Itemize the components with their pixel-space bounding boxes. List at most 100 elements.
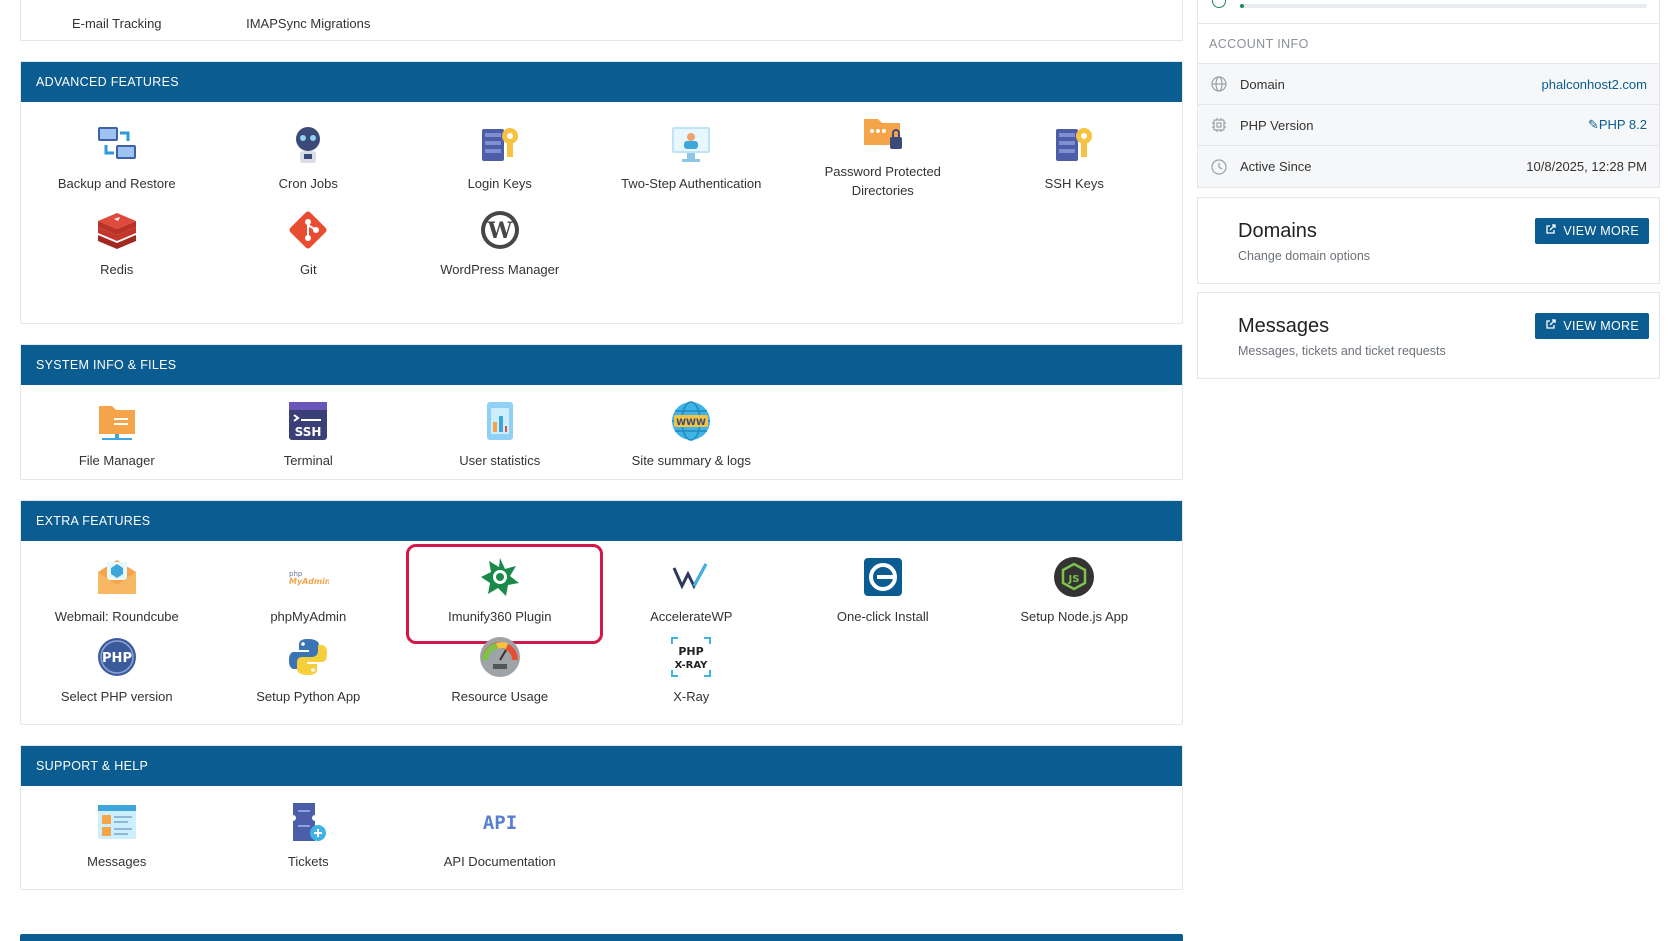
two-step-auth-icon: [669, 122, 713, 166]
php-icon: PHP: [95, 635, 139, 679]
tool-label: AccelerateWP: [650, 609, 733, 624]
phpmyadmin-icon: php MyAdmin: [286, 555, 330, 599]
view-more-button[interactable]: VIEW MORE: [1535, 313, 1649, 339]
roundcube-icon: [95, 555, 139, 599]
panel-title[interactable]: ADVANCED FEATURES: [21, 62, 1182, 102]
account-row-domain: Domain phalconhost2.com: [1198, 64, 1659, 105]
tool-label: Redis: [100, 262, 134, 277]
tool-python-app[interactable]: Setup Python App: [213, 635, 405, 706]
tool-label: Login Keys: [467, 176, 532, 191]
panel-advanced-features: ADVANCED FEATURES Backup and Restore Cro…: [20, 61, 1183, 324]
ssh-keys-icon: [1052, 122, 1096, 166]
svg-text:API: API: [483, 812, 517, 834]
login-keys-icon: [478, 122, 522, 166]
file-manager-icon: [95, 399, 139, 443]
tool-label: Messages: [87, 854, 147, 869]
tool-ssh-keys[interactable]: SSH Keys: [979, 102, 1171, 200]
svg-text:JS: JS: [1068, 574, 1080, 585]
resource-gauge-icon: [478, 635, 522, 679]
tool-api-documentation[interactable]: API API Documentation: [404, 786, 596, 871]
tool-redis[interactable]: Redis: [21, 200, 213, 279]
cron-robot-icon: [286, 122, 330, 166]
view-more-button[interactable]: VIEW MORE: [1535, 218, 1649, 244]
tool-xray[interactable]: PHP X-RAY X-Ray: [596, 635, 788, 706]
panel-support-help: SUPPORT & HELP Messages Tickets API API …: [20, 745, 1183, 890]
tool-label: API Documentation: [443, 854, 556, 869]
card-title: Domains: [1238, 220, 1317, 242]
progress-track: [1240, 4, 1647, 8]
tool-label: Backup and Restore: [57, 176, 176, 191]
tool-backup-restore[interactable]: Backup and Restore: [21, 102, 213, 200]
php-xray-icon: PHP X-RAY: [669, 635, 713, 679]
features-column: E-mail Tracking IMAPSync Migrations ADVA…: [20, 0, 1183, 910]
tool-cron-jobs[interactable]: Cron Jobs: [213, 102, 405, 200]
tool-two-step-auth[interactable]: Two-Step Authentication: [596, 102, 788, 200]
tool-label: Setup Node.js App: [1020, 609, 1129, 624]
card-subtitle: Change domain options: [1238, 249, 1371, 263]
tool-label: Setup Python App: [256, 689, 361, 704]
usage-progress: [1198, 0, 1659, 24]
account-row-php: PHP Version ✎PHP 8.2: [1198, 105, 1659, 146]
tool-label: Select PHP version: [60, 689, 173, 704]
tool-webmail-roundcube[interactable]: Webmail: Roundcube: [21, 541, 213, 635]
api-icon: API: [478, 800, 522, 844]
panel-title[interactable]: EXTRA FEATURES: [21, 501, 1182, 541]
svg-text:SSH: SSH: [295, 425, 322, 439]
svg-text:MyAdmin: MyAdmin: [289, 577, 329, 586]
tool-password-protected-dirs[interactable]: Password Protected Directories: [787, 102, 979, 200]
tool-git[interactable]: Git: [213, 200, 405, 279]
pencil-icon: ✎: [1587, 117, 1599, 132]
php-version-link[interactable]: ✎PHP 8.2: [1588, 117, 1647, 133]
active-since-value: 10/8/2025, 12:28 PM: [1526, 159, 1647, 174]
tool-label: SSH Keys: [1044, 176, 1104, 191]
tool-phpmyadmin[interactable]: php MyAdmin phpMyAdmin: [213, 541, 405, 635]
next-panel-header: [20, 934, 1183, 941]
tool-label: E-mail Tracking: [71, 16, 162, 31]
messages-icon: [95, 800, 139, 844]
tool-wordpress-manager[interactable]: W WordPress Manager: [404, 200, 596, 279]
user-statistics-icon: [478, 399, 522, 443]
tool-site-summary[interactable]: WWW Site summary & logs: [596, 385, 788, 470]
tool-label: One-click Install: [836, 609, 929, 624]
backup-icon: [95, 122, 139, 166]
tool-select-php[interactable]: PHP Select PHP version: [21, 635, 213, 706]
tool-login-keys[interactable]: Login Keys: [404, 102, 596, 200]
tool-label: Password Protected Directories: [824, 164, 941, 198]
tool-imapsync[interactable]: IMAPSync Migrations: [213, 0, 405, 40]
account-sidebar: ACCOUNT INFO Domain phalconhost2.com PHP…: [1197, 0, 1660, 379]
tool-label: Two-Step Authentication: [621, 176, 762, 191]
terminal-ssh-icon: SSH: [286, 399, 330, 443]
tool-one-click-install[interactable]: One-click Install: [787, 541, 979, 635]
tool-label: Terminal: [283, 453, 333, 468]
account-row-active-since: Active Since 10/8/2025, 12:28 PM: [1198, 146, 1659, 187]
tool-messages[interactable]: Messages: [21, 786, 213, 871]
panel-title[interactable]: SUPPORT & HELP: [21, 746, 1182, 786]
tool-imunify360[interactable]: Imunify360 Plugin: [404, 541, 596, 635]
tool-email-tracking[interactable]: E-mail Tracking: [21, 0, 213, 40]
tool-tickets[interactable]: Tickets: [213, 786, 405, 871]
tool-file-manager[interactable]: File Manager: [21, 385, 213, 470]
tool-terminal[interactable]: SSH Terminal: [213, 385, 405, 470]
link-icon: [1545, 313, 1557, 339]
domain-link[interactable]: phalconhost2.com: [1541, 77, 1647, 92]
tool-nodejs-app[interactable]: JS Setup Node.js App: [979, 541, 1171, 635]
tool-label: Imunify360 Plugin: [448, 609, 552, 624]
tool-label: Resource Usage: [451, 689, 549, 704]
button-label: VIEW MORE: [1563, 319, 1639, 333]
globe-www-icon: WWW: [669, 399, 713, 443]
svg-text:PHP: PHP: [679, 645, 704, 658]
card-messages: Messages Messages, tickets and ticket re…: [1197, 292, 1660, 379]
tool-acceleratewp[interactable]: AccelerateWP: [596, 541, 788, 635]
tool-resource-usage[interactable]: Resource Usage: [404, 635, 596, 706]
panel-title[interactable]: SYSTEM INFO & FILES: [21, 345, 1182, 385]
tool-label: File Manager: [78, 453, 155, 468]
card-title: Messages: [1238, 315, 1330, 337]
chip-icon: [1210, 116, 1228, 134]
git-icon: [286, 208, 330, 252]
tool-label: phpMyAdmin: [270, 609, 347, 624]
tool-label: Tickets: [287, 854, 329, 869]
globe-icon: [1210, 75, 1228, 93]
tool-user-statistics[interactable]: User statistics: [404, 385, 596, 470]
svg-text:X-RAY: X-RAY: [675, 660, 709, 671]
tickets-icon: [286, 800, 330, 844]
